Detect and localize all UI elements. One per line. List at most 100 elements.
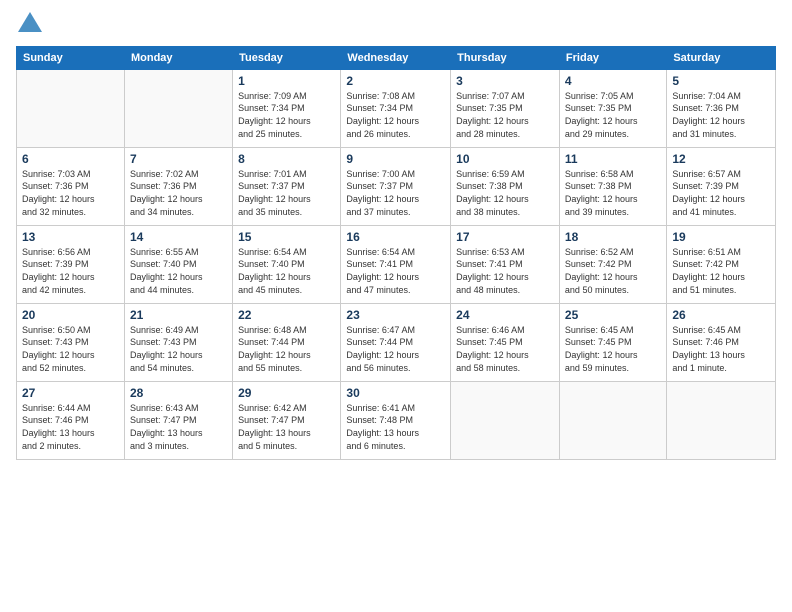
calendar-cell: 4 Sunrise: 7:05 AM Sunset: 7:35 PM Daylig…	[559, 69, 666, 147]
day-number: 25	[565, 308, 661, 322]
calendar-cell: 11 Sunrise: 6:58 AM Sunset: 7:38 PM Dayli…	[559, 147, 666, 225]
calendar-cell: 24 Sunrise: 6:46 AM Sunset: 7:45 PM Dayli…	[451, 303, 560, 381]
calendar-cell: 17Sunrise: 6:53 AM Sunset: 7:41 PM Dayli…	[451, 225, 560, 303]
calendar-cell: 6 Sunrise: 7:03 AM Sunset: 7:36 PM Daylig…	[17, 147, 125, 225]
day-info: Sunrise: 6:45 AM Sunset: 7:45 PM Dayligh…	[565, 324, 661, 374]
day-info: Sunrise: 6:56 AM Sunset: 7:39 PM Dayligh…	[22, 246, 119, 296]
day-number: 22	[238, 308, 335, 322]
day-info: Sunrise: 7:04 AM Sunset: 7:36 PM Dayligh…	[672, 90, 770, 140]
day-number: 23	[346, 308, 445, 322]
day-info: Sunrise: 6:51 AM Sunset: 7:42 PM Dayligh…	[672, 246, 770, 296]
day-info: Sunrise: 7:09 AM Sunset: 7:34 PM Dayligh…	[238, 90, 335, 140]
calendar-cell: 3 Sunrise: 7:07 AM Sunset: 7:35 PM Daylig…	[451, 69, 560, 147]
day-info: Sunrise: 6:49 AM Sunset: 7:43 PM Dayligh…	[130, 324, 227, 374]
calendar-cell: 2 Sunrise: 7:08 AM Sunset: 7:34 PM Daylig…	[341, 69, 451, 147]
weekday-header-row: SundayMondayTuesdayWednesdayThursdayFrid…	[17, 46, 776, 69]
day-number: 1	[238, 74, 335, 88]
calendar-cell: 10 Sunrise: 6:59 AM Sunset: 7:38 PM Dayli…	[451, 147, 560, 225]
day-info: Sunrise: 6:47 AM Sunset: 7:44 PM Dayligh…	[346, 324, 445, 374]
day-number: 2	[346, 74, 445, 88]
day-info: Sunrise: 6:45 AM Sunset: 7:46 PM Dayligh…	[672, 324, 770, 374]
calendar-cell: 21Sunrise: 6:49 AM Sunset: 7:43 PM Dayli…	[124, 303, 232, 381]
day-number: 11	[565, 152, 661, 166]
day-number: 14	[130, 230, 227, 244]
weekday-header: Friday	[559, 46, 666, 69]
day-number: 4	[565, 74, 661, 88]
calendar-cell	[17, 69, 125, 147]
calendar-week-row: 27Sunrise: 6:44 AM Sunset: 7:46 PM Dayli…	[17, 381, 776, 459]
calendar-table: SundayMondayTuesdayWednesdayThursdayFrid…	[16, 46, 776, 460]
day-number: 16	[346, 230, 445, 244]
day-number: 5	[672, 74, 770, 88]
day-number: 6	[22, 152, 119, 166]
logo	[16, 16, 42, 36]
day-info: Sunrise: 7:03 AM Sunset: 7:36 PM Dayligh…	[22, 168, 119, 218]
day-info: Sunrise: 6:50 AM Sunset: 7:43 PM Dayligh…	[22, 324, 119, 374]
calendar-week-row: 13Sunrise: 6:56 AM Sunset: 7:39 PM Dayli…	[17, 225, 776, 303]
weekday-header: Monday	[124, 46, 232, 69]
calendar-cell: 8Sunrise: 7:01 AM Sunset: 7:37 PM Daylig…	[233, 147, 341, 225]
day-info: Sunrise: 7:07 AM Sunset: 7:35 PM Dayligh…	[456, 90, 554, 140]
calendar-cell: 25 Sunrise: 6:45 AM Sunset: 7:45 PM Dayli…	[559, 303, 666, 381]
calendar-cell	[124, 69, 232, 147]
calendar-week-row: 6 Sunrise: 7:03 AM Sunset: 7:36 PM Daylig…	[17, 147, 776, 225]
day-number: 7	[130, 152, 227, 166]
weekday-header: Thursday	[451, 46, 560, 69]
day-number: 12	[672, 152, 770, 166]
day-info: Sunrise: 7:01 AM Sunset: 7:37 PM Dayligh…	[238, 168, 335, 218]
calendar-week-row: 20 Sunrise: 6:50 AM Sunset: 7:43 PM Dayli…	[17, 303, 776, 381]
day-info: Sunrise: 6:48 AM Sunset: 7:44 PM Dayligh…	[238, 324, 335, 374]
page-container: SundayMondayTuesdayWednesdayThursdayFrid…	[0, 0, 792, 612]
day-info: Sunrise: 6:41 AM Sunset: 7:48 PM Dayligh…	[346, 402, 445, 452]
day-info: Sunrise: 6:55 AM Sunset: 7:40 PM Dayligh…	[130, 246, 227, 296]
calendar-cell: 7 Sunrise: 7:02 AM Sunset: 7:36 PM Daylig…	[124, 147, 232, 225]
day-number: 15	[238, 230, 335, 244]
day-number: 19	[672, 230, 770, 244]
weekday-header: Tuesday	[233, 46, 341, 69]
calendar-cell: 19 Sunrise: 6:51 AM Sunset: 7:42 PM Dayli…	[667, 225, 776, 303]
day-info: Sunrise: 6:57 AM Sunset: 7:39 PM Dayligh…	[672, 168, 770, 218]
day-info: Sunrise: 6:46 AM Sunset: 7:45 PM Dayligh…	[456, 324, 554, 374]
day-info: Sunrise: 6:42 AM Sunset: 7:47 PM Dayligh…	[238, 402, 335, 452]
calendar-cell: 26Sunrise: 6:45 AM Sunset: 7:46 PM Dayli…	[667, 303, 776, 381]
calendar-cell: 22 Sunrise: 6:48 AM Sunset: 7:44 PM Dayli…	[233, 303, 341, 381]
calendar-cell	[667, 381, 776, 459]
calendar-week-row: 1 Sunrise: 7:09 AM Sunset: 7:34 PM Daylig…	[17, 69, 776, 147]
weekday-header: Sunday	[17, 46, 125, 69]
day-number: 3	[456, 74, 554, 88]
day-info: Sunrise: 7:08 AM Sunset: 7:34 PM Dayligh…	[346, 90, 445, 140]
day-info: Sunrise: 6:44 AM Sunset: 7:46 PM Dayligh…	[22, 402, 119, 452]
calendar-cell: 23 Sunrise: 6:47 AM Sunset: 7:44 PM Dayli…	[341, 303, 451, 381]
day-number: 24	[456, 308, 554, 322]
calendar-cell: 9 Sunrise: 7:00 AM Sunset: 7:37 PM Daylig…	[341, 147, 451, 225]
day-info: Sunrise: 7:02 AM Sunset: 7:36 PM Dayligh…	[130, 168, 227, 218]
day-info: Sunrise: 6:52 AM Sunset: 7:42 PM Dayligh…	[565, 246, 661, 296]
day-number: 20	[22, 308, 119, 322]
calendar-cell: 27Sunrise: 6:44 AM Sunset: 7:46 PM Dayli…	[17, 381, 125, 459]
calendar-cell: 14 Sunrise: 6:55 AM Sunset: 7:40 PM Dayli…	[124, 225, 232, 303]
calendar-cell	[451, 381, 560, 459]
day-info: Sunrise: 6:58 AM Sunset: 7:38 PM Dayligh…	[565, 168, 661, 218]
day-number: 18	[565, 230, 661, 244]
day-number: 30	[346, 386, 445, 400]
day-info: Sunrise: 7:00 AM Sunset: 7:37 PM Dayligh…	[346, 168, 445, 218]
calendar-cell: 5 Sunrise: 7:04 AM Sunset: 7:36 PM Daylig…	[667, 69, 776, 147]
day-info: Sunrise: 7:05 AM Sunset: 7:35 PM Dayligh…	[565, 90, 661, 140]
calendar-cell: 18 Sunrise: 6:52 AM Sunset: 7:42 PM Dayli…	[559, 225, 666, 303]
logo-icon	[18, 12, 42, 32]
day-number: 10	[456, 152, 554, 166]
calendar-cell: 16 Sunrise: 6:54 AM Sunset: 7:41 PM Dayli…	[341, 225, 451, 303]
day-info: Sunrise: 6:54 AM Sunset: 7:41 PM Dayligh…	[346, 246, 445, 296]
header	[16, 16, 776, 36]
calendar-cell: 1 Sunrise: 7:09 AM Sunset: 7:34 PM Daylig…	[233, 69, 341, 147]
day-number: 17	[456, 230, 554, 244]
day-number: 29	[238, 386, 335, 400]
calendar-cell: 30 Sunrise: 6:41 AM Sunset: 7:48 PM Dayli…	[341, 381, 451, 459]
day-number: 9	[346, 152, 445, 166]
weekday-header: Saturday	[667, 46, 776, 69]
day-info: Sunrise: 6:59 AM Sunset: 7:38 PM Dayligh…	[456, 168, 554, 218]
day-info: Sunrise: 6:43 AM Sunset: 7:47 PM Dayligh…	[130, 402, 227, 452]
calendar-cell	[559, 381, 666, 459]
calendar-cell: 20 Sunrise: 6:50 AM Sunset: 7:43 PM Dayli…	[17, 303, 125, 381]
calendar-body: 1 Sunrise: 7:09 AM Sunset: 7:34 PM Daylig…	[17, 69, 776, 459]
